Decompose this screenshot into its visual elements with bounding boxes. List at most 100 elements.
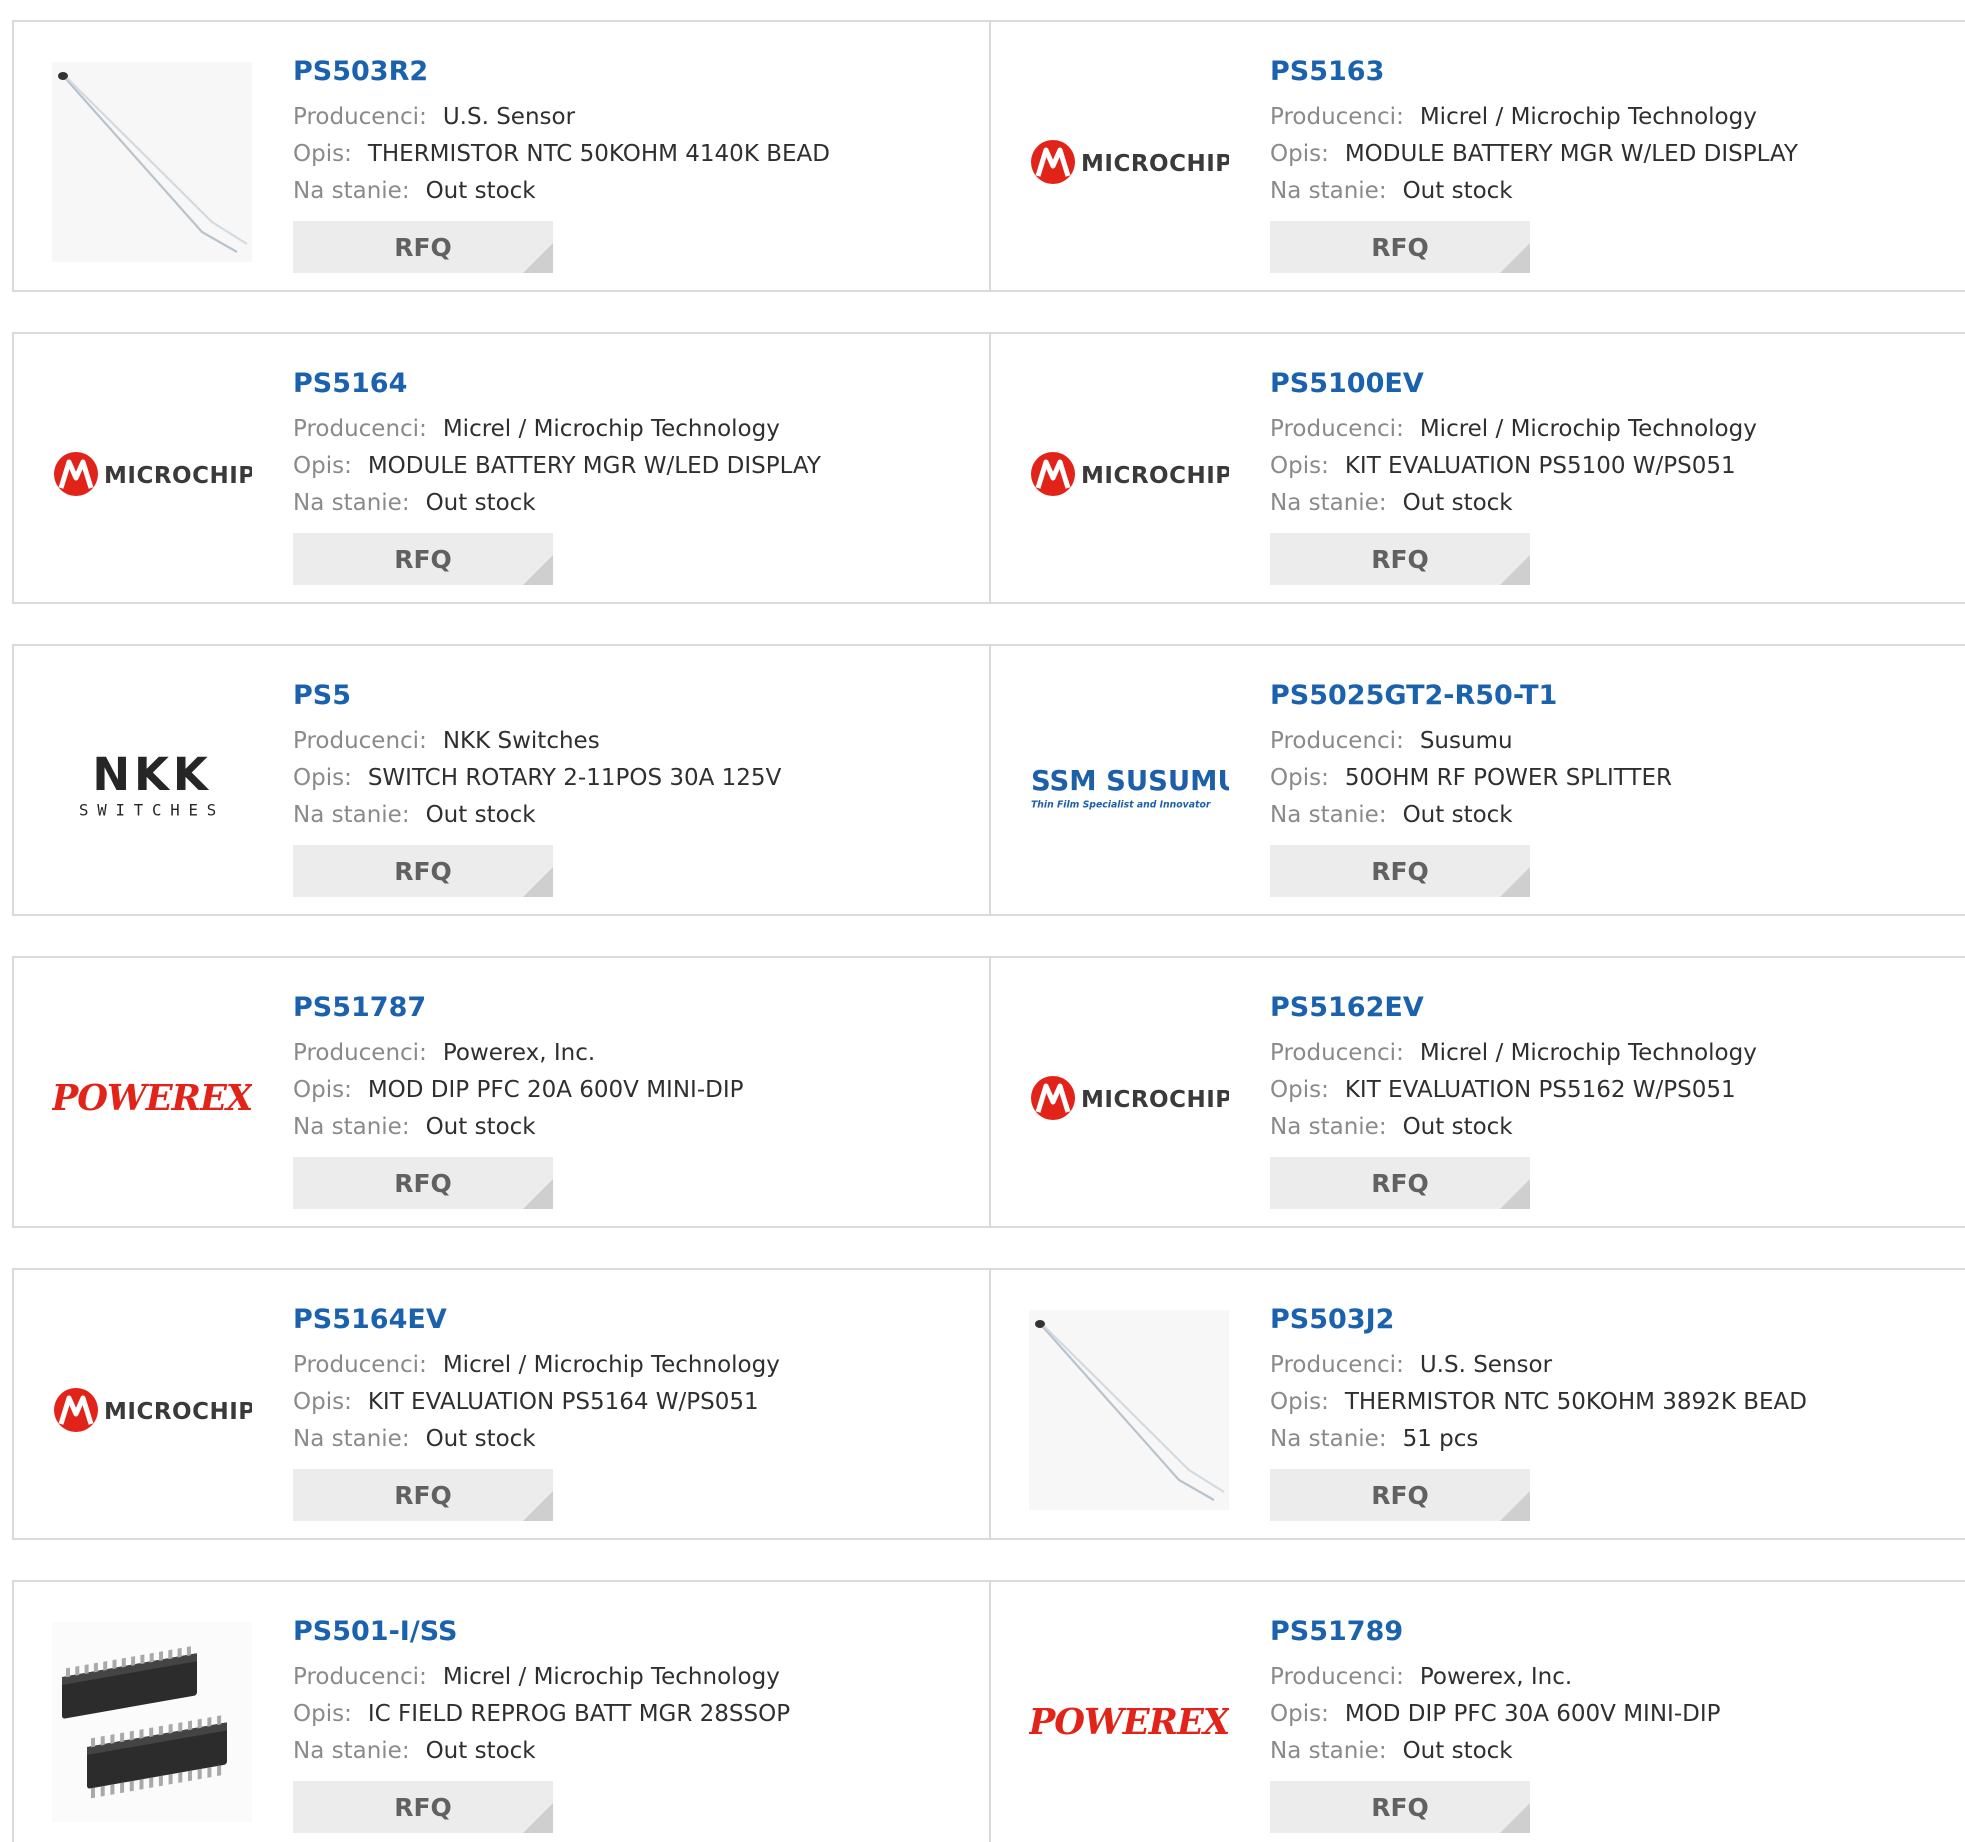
description-label: Opis: (1270, 452, 1329, 479)
product-image[interactable] (52, 1622, 252, 1822)
microchip-logo-icon: MICROCHIP (54, 452, 252, 496)
rfq-label: RFQ (394, 1480, 452, 1510)
part-number-link[interactable]: PS501-I/SS (293, 1612, 979, 1652)
rfq-button[interactable]: RFQ (1270, 533, 1530, 585)
part-number-link[interactable]: PS503J2 (1270, 1300, 1957, 1340)
rfq-label: RFQ (1371, 1168, 1429, 1198)
manufacturer-line: Producenci: Micrel / Microchip Technology (293, 1346, 979, 1383)
product-image[interactable] (1029, 1310, 1229, 1510)
manufacturer-value: Powerex, Inc. (1419, 1663, 1573, 1690)
thermistor-icon (52, 62, 252, 262)
description-label: Opis: (293, 764, 352, 791)
product-image[interactable]: SSM SUSUMU Thin Film Specialist and Inno… (1029, 686, 1229, 886)
part-number-link[interactable]: PS5 (293, 676, 979, 716)
rfq-corner-decoration (523, 867, 553, 897)
rfq-button[interactable]: RFQ (1270, 1781, 1530, 1833)
product-image[interactable]: MICROCHIP (52, 1310, 252, 1510)
microchip-logo-icon: MICROCHIP (1031, 140, 1229, 184)
rfq-button[interactable]: RFQ (293, 1781, 553, 1833)
stock-value: Out stock (425, 1113, 536, 1140)
manufacturer-label: Producenci: (1270, 1663, 1404, 1690)
manufacturer-value: U.S. Sensor (1419, 1351, 1553, 1378)
product-card: PS503R2 Producenci: U.S. Sensor Opis: THER… (14, 22, 989, 290)
rfq-label: RFQ (1371, 1480, 1429, 1510)
svg-text:MICROCHIP: MICROCHIP (1081, 463, 1229, 489)
stock-label: Na stanie: (293, 1113, 410, 1140)
description-value: THERMISTOR NTC 50KOHM 3892K BEAD (1344, 1388, 1807, 1415)
stock-value: Out stock (1402, 489, 1513, 516)
product-row: MICROCHIP PS5164EV Producenci: Micrel / M… (12, 1268, 1965, 1540)
product-image[interactable]: POWEREX (52, 998, 252, 1198)
svg-text:SSM SUSUMU: SSM SUSUMU (1031, 766, 1229, 797)
rfq-button[interactable]: RFQ (293, 221, 553, 273)
stock-label: Na stanie: (293, 1737, 410, 1764)
product-row: POWEREX PS51787 Producenci: Powerex, Inc.… (12, 956, 1965, 1228)
stock-value: 51 pcs (1402, 1425, 1479, 1452)
product-card: POWEREX PS51789 Producenci: Powerex, Inc.… (991, 1582, 1965, 1842)
rfq-corner-decoration (523, 1803, 553, 1833)
stock-line: Na stanie: Out stock (1270, 172, 1957, 209)
manufacturer-label: Producenci: (293, 727, 427, 754)
part-number-link[interactable]: PS51787 (293, 988, 979, 1028)
stock-value: Out stock (1402, 1737, 1513, 1764)
rfq-corner-decoration (523, 1179, 553, 1209)
part-number-link[interactable]: PS5162EV (1270, 988, 1957, 1028)
rfq-corner-decoration (1500, 555, 1530, 585)
manufacturer-line: Producenci: U.S. Sensor (1270, 1346, 1957, 1383)
manufacturer-line: Producenci: Micrel / Microchip Technology (293, 1658, 979, 1695)
rfq-button[interactable]: RFQ (293, 1469, 553, 1521)
product-card: MICROCHIP PS5164 Producenci: Micrel / Mic… (14, 334, 989, 602)
rfq-button[interactable]: RFQ (1270, 1469, 1530, 1521)
svg-text:POWEREX: POWEREX (1029, 1702, 1229, 1743)
product-image[interactable]: MICROCHIP (1029, 62, 1229, 262)
part-number-link[interactable]: PS5163 (1270, 52, 1957, 92)
powerex-logo-icon: POWEREX (1029, 1702, 1229, 1743)
nkk-logo-icon: NKK SWITCHES (79, 748, 216, 819)
manufacturer-label: Producenci: (1270, 103, 1404, 130)
part-number-link[interactable]: PS503R2 (293, 52, 979, 92)
rfq-button[interactable]: RFQ (293, 845, 553, 897)
part-number-link[interactable]: PS5025GT2-R50-T1 (1270, 676, 1957, 716)
description-value: MOD DIP PFC 20A 600V MINI-DIP (367, 1076, 744, 1103)
description-line: Opis: MODULE BATTERY MGR W/LED DISPLAY (1270, 135, 1957, 172)
manufacturer-line: Producenci: NKK Switches (293, 722, 979, 759)
svg-text:POWEREX: POWEREX (52, 1078, 252, 1119)
stock-line: Na stanie: Out stock (293, 1420, 979, 1457)
product-image[interactable]: MICROCHIP (52, 374, 252, 574)
rfq-button[interactable]: RFQ (1270, 1157, 1530, 1209)
stock-line: Na stanie: Out stock (293, 1732, 979, 1769)
product-card: MICROCHIP PS5100EV Producenci: Micrel / M… (991, 334, 1965, 602)
rfq-button[interactable]: RFQ (1270, 845, 1530, 897)
description-value: THERMISTOR NTC 50KOHM 4140K BEAD (367, 140, 830, 167)
stock-line: Na stanie: Out stock (293, 172, 979, 209)
part-number-link[interactable]: PS5100EV (1270, 364, 1957, 404)
part-number-link[interactable]: PS51789 (1270, 1612, 1957, 1652)
stock-line: Na stanie: 51 pcs (1270, 1420, 1957, 1457)
rfq-button[interactable]: RFQ (1270, 221, 1530, 273)
product-image[interactable]: POWEREX (1029, 1622, 1229, 1822)
stock-value: Out stock (425, 1425, 536, 1452)
rfq-label: RFQ (1371, 856, 1429, 886)
product-row: PS503R2 Producenci: U.S. Sensor Opis: THER… (12, 20, 1965, 292)
product-image[interactable]: MICROCHIP (1029, 374, 1229, 574)
description-line: Opis: MODULE BATTERY MGR W/LED DISPLAY (293, 447, 979, 484)
manufacturer-label: Producenci: (293, 1663, 427, 1690)
rfq-corner-decoration (1500, 1179, 1530, 1209)
rfq-button[interactable]: RFQ (293, 533, 553, 585)
product-image[interactable]: NKK SWITCHES (52, 686, 252, 886)
description-value: 50OHM RF POWER SPLITTER (1344, 764, 1672, 791)
part-number-link[interactable]: PS5164EV (293, 1300, 979, 1340)
stock-line: Na stanie: Out stock (293, 484, 979, 521)
part-number-link[interactable]: PS5164 (293, 364, 979, 404)
product-image[interactable]: MICROCHIP (1029, 998, 1229, 1198)
manufacturer-value: Micrel / Microchip Technology (442, 415, 780, 442)
rfq-button[interactable]: RFQ (293, 1157, 553, 1209)
stock-value: Out stock (1402, 1113, 1513, 1140)
product-image[interactable] (52, 62, 252, 262)
stock-line: Na stanie: Out stock (1270, 796, 1957, 833)
stock-value: Out stock (425, 177, 536, 204)
stock-label: Na stanie: (293, 801, 410, 828)
description-label: Opis: (293, 452, 352, 479)
svg-text:MICROCHIP: MICROCHIP (104, 1399, 252, 1425)
description-label: Opis: (293, 140, 352, 167)
